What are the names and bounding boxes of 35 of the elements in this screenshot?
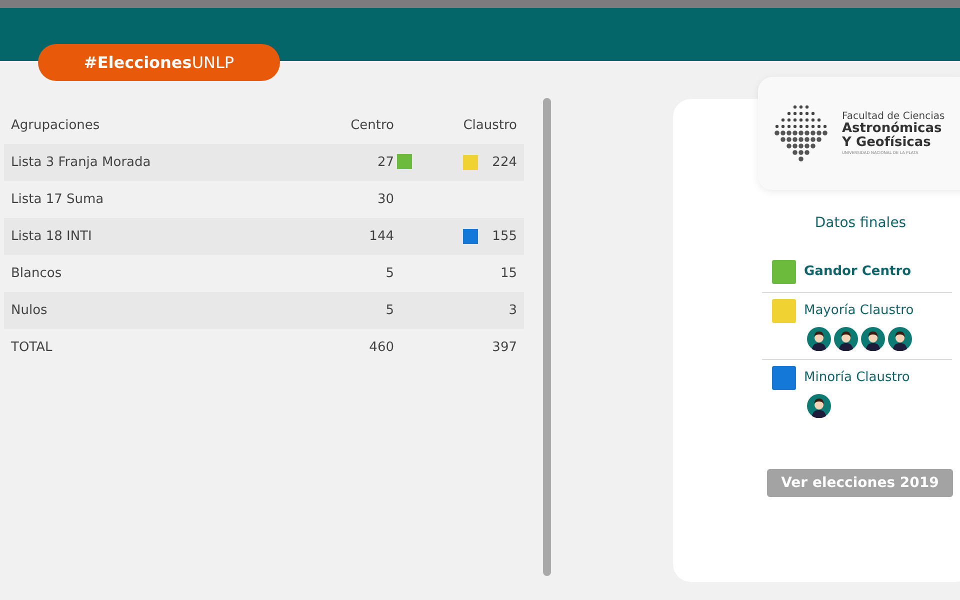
table-cell: Nulos	[11, 302, 48, 318]
table-cell: 5	[386, 302, 394, 318]
view-elections-button[interactable]: Ver elecciones 2019	[767, 469, 953, 497]
person-avatar-icon	[861, 327, 885, 351]
person-avatar-icon	[807, 327, 831, 351]
column-header: Centro	[350, 118, 394, 133]
hashtag-banner: #EleccionesUNLP	[38, 44, 280, 81]
table-cell: 5	[386, 266, 394, 281]
table-cell-text: 15	[500, 264, 517, 283]
table-cell: 27	[377, 154, 394, 170]
table-cell: TOTAL	[11, 340, 52, 355]
table-cell: Lista 18 INTI	[11, 228, 92, 244]
person-avatar-icon	[888, 327, 912, 351]
scrollbar[interactable]	[543, 98, 551, 576]
logo-text: Y Geofísicas	[842, 136, 932, 150]
table-cell-text: 397	[492, 338, 517, 357]
person-avatar-icon	[834, 327, 858, 351]
person-avatar-icon	[807, 394, 831, 418]
legend-label: Gandor Centro	[804, 263, 912, 282]
table-cell: 460	[369, 340, 394, 355]
table-cell-text: 155	[492, 228, 517, 246]
logo-text: Astronómicas	[842, 122, 943, 136]
logo-text: Facultad de Ciencias	[842, 111, 945, 122]
table-cell: 144	[369, 228, 394, 244]
column-header: Claustro	[463, 116, 517, 135]
results-title: Datos finales	[814, 214, 908, 233]
column-header: Agrupaciones	[11, 118, 100, 133]
table-cell: 30	[377, 192, 394, 207]
table-cell: Blancos	[11, 266, 62, 281]
table-cell-text: 224	[492, 154, 517, 172]
legend-label: Minoría Claustro	[804, 369, 910, 388]
table-cell: Lista 17 Suma	[11, 192, 104, 207]
table-cell: Lista 3 Franja Morada	[11, 154, 151, 170]
table-cell-text: 3	[508, 302, 517, 320]
legend-label: Mayoría Claustro	[804, 302, 914, 320]
